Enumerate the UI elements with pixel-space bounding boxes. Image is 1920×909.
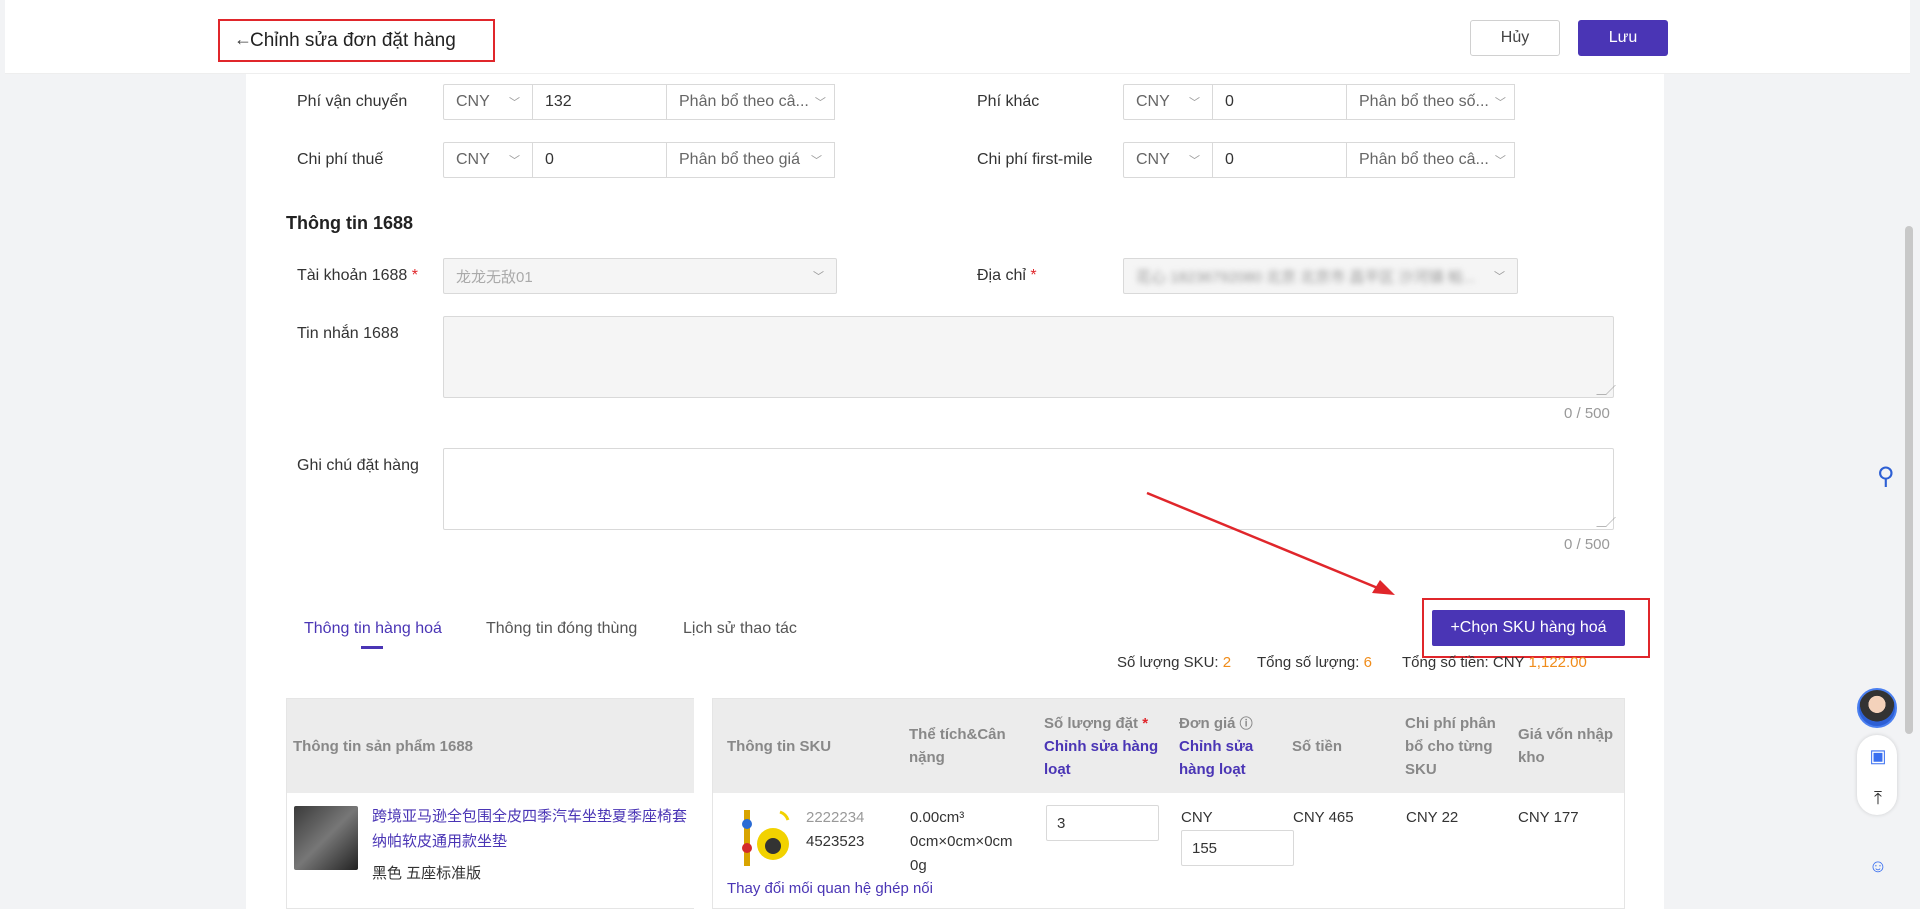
col-sku-info: Thông tin SKU xyxy=(727,737,832,755)
tax-currency-select[interactable]: CNY ﹀ xyxy=(443,142,533,178)
tab-operation-history[interactable]: Lịch sử thao tác xyxy=(683,620,797,638)
price-currency: CNY xyxy=(1181,809,1213,826)
sku-code-2: 4523523 xyxy=(806,833,865,850)
first-mile-fee-label: Chi phí first-mile xyxy=(977,151,1093,168)
search-icon[interactable]: ⚲ xyxy=(1877,462,1895,491)
sku-count-stat: Số lượng SKU: 2 xyxy=(1117,654,1232,671)
account-1688-select[interactable]: 龙龙无敌01 ﹀ xyxy=(443,258,837,294)
page-title: Chỉnh sửa đơn đặt hàng xyxy=(250,29,456,51)
sku-image xyxy=(742,810,790,866)
choose-sku-button[interactable]: +Chọn SKU hàng hoá xyxy=(1432,610,1625,646)
arrow-left-icon: ← xyxy=(234,29,252,49)
order-qty-input[interactable]: 3 xyxy=(1046,805,1159,841)
chevron-down-icon: ﹀ xyxy=(813,271,824,283)
other-fee-label: Phí khác xyxy=(977,93,1040,110)
chevron-down-icon: ﹀ xyxy=(509,155,520,167)
col-unit-price: Đơn giá ⓘ Chỉnh sửa hàng loạt xyxy=(1179,699,1259,793)
order-note-textarea[interactable] xyxy=(443,448,1616,530)
tax-fee-label: Chi phí thuế xyxy=(297,151,384,168)
shipping-currency-select[interactable]: CNY ﹀ xyxy=(443,84,533,120)
sku-table: Thông tin SKU Thể tích&Cân nặng Số lượng… xyxy=(712,698,1625,909)
message-counter: 0 / 500 xyxy=(1564,405,1610,422)
col-amount: Số tiền xyxy=(1292,737,1343,755)
shipping-allocation-select[interactable]: Phân bổ theo câ... ﹀ xyxy=(667,84,835,120)
sku-code-1: 2222234 xyxy=(806,809,865,826)
unit-price-input[interactable]: 155 xyxy=(1181,830,1294,866)
total-qty-stat: Tổng số lượng: 6 xyxy=(1257,654,1372,671)
avatar[interactable] xyxy=(1857,688,1897,728)
scrollbar[interactable] xyxy=(1905,226,1913,734)
order-note-label: Ghi chú đặt hàng xyxy=(297,457,419,474)
sku-landed-cost: CNY 177 xyxy=(1518,809,1579,826)
chevron-down-icon: ﹀ xyxy=(1494,271,1505,283)
address-select[interactable]: 花心 18236792080 北京 北京市 昌平区 沙河镇 帕... ﹀ xyxy=(1123,258,1518,294)
chevron-down-icon: ﹀ xyxy=(1494,97,1506,109)
first-mile-currency-select[interactable]: CNY ﹀ xyxy=(1123,142,1213,178)
address-label: Địa chỉ * xyxy=(977,267,1037,284)
sku-amount: CNY 465 xyxy=(1293,809,1354,826)
col-landed-cost: Giá vốn nhập kho xyxy=(1518,726,1614,766)
other-allocation-select[interactable]: Phân bổ theo số... ﹀ xyxy=(1347,84,1515,120)
cancel-button[interactable]: Hủy xyxy=(1470,20,1560,56)
message-1688-label: Tin nhắn 1688 xyxy=(297,325,399,342)
col-volume-weight: Thể tích&Cân nặng xyxy=(909,726,1006,766)
bulk-edit-qty-link[interactable]: Chỉnh sửa hàng loạt xyxy=(1044,735,1164,781)
chevron-down-icon: ﹀ xyxy=(509,97,520,109)
save-button[interactable]: Lưu xyxy=(1578,20,1668,56)
annotation-arrow xyxy=(1146,491,1395,595)
product-title-link[interactable]: 跨境亚马逊全包围全皮四季汽车坐垫夏季座椅套纳帕软皮通用款坐垫 xyxy=(372,804,692,854)
bulk-edit-price-link[interactable]: Chỉnh sửa hàng loạt xyxy=(1179,735,1259,781)
sku-allocated-cost: CNY 22 xyxy=(1406,809,1459,826)
total-amount-stat: Tổng số tiền: CNY 1,122.00 xyxy=(1402,654,1587,671)
product-image xyxy=(294,806,358,870)
page-header: ← Chỉnh sửa đơn đặt hàng Hủy Lưu xyxy=(5,0,1910,74)
col-order-qty: Số lượng đặt * Chỉnh sửa hàng loạt xyxy=(1044,699,1164,793)
tax-fee-input[interactable]: 0 xyxy=(533,142,667,178)
change-pairing-link[interactable]: Thay đổi mối quan hệ ghép nối xyxy=(727,880,933,897)
tax-allocation-select[interactable]: Phân bổ theo giá ﹀ xyxy=(667,142,835,178)
active-tab-indicator xyxy=(361,646,383,649)
section-title-1688: Thông tin 1688 xyxy=(286,213,414,233)
sku-dimensions: 0cm×0cm×0cm xyxy=(910,833,1013,850)
table-divider xyxy=(694,698,712,909)
sku-weight: 0g xyxy=(910,857,927,874)
message-1688-textarea[interactable] xyxy=(443,316,1616,398)
chevron-down-icon: ﹀ xyxy=(1189,155,1200,167)
back-title-button[interactable]: ← Chỉnh sửa đơn đặt hàng xyxy=(218,19,495,62)
col-allocated-cost: Chi phí phân bổ cho từng SKU xyxy=(1405,714,1496,778)
sku-table-header: Thông tin SKU Thể tích&Cân nặng Số lượng… xyxy=(713,699,1624,793)
tab-product-info[interactable]: Thông tin hàng hoá xyxy=(304,620,442,638)
chevron-down-icon: ﹀ xyxy=(811,155,822,167)
product-variant: 黑色 五座标准版 xyxy=(372,865,482,882)
first-mile-allocation-select[interactable]: Phân bổ theo câ... ﹀ xyxy=(1347,142,1515,178)
first-mile-fee-input[interactable]: 0 xyxy=(1213,142,1347,178)
chat-icon[interactable]: ▣ xyxy=(1866,744,1890,768)
help-circle-icon: ⓘ xyxy=(1239,715,1253,731)
other-fee-input[interactable]: 0 xyxy=(1213,84,1347,120)
other-currency-select[interactable]: CNY ﹀ xyxy=(1123,84,1213,120)
chevron-down-icon: ﹀ xyxy=(814,97,826,109)
product-1688-header: Thông tin sản phẩm 1688 xyxy=(287,699,694,793)
tab-packing-info[interactable]: Thông tin đóng thùng xyxy=(486,620,637,638)
back-to-top-icon[interactable]: ⤒ xyxy=(1866,786,1890,810)
account-1688-label: Tài khoản 1688 * xyxy=(297,267,418,284)
support-icon[interactable]: ☺ xyxy=(1866,854,1890,878)
shipping-fee-input[interactable]: 132 xyxy=(533,84,667,120)
sku-volume: 0.00cm³ xyxy=(910,809,965,826)
note-counter: 0 / 500 xyxy=(1564,536,1610,553)
chevron-down-icon: ﹀ xyxy=(1494,155,1506,167)
shipping-fee-label: Phí vận chuyển xyxy=(297,93,408,110)
chevron-down-icon: ﹀ xyxy=(1189,97,1200,109)
